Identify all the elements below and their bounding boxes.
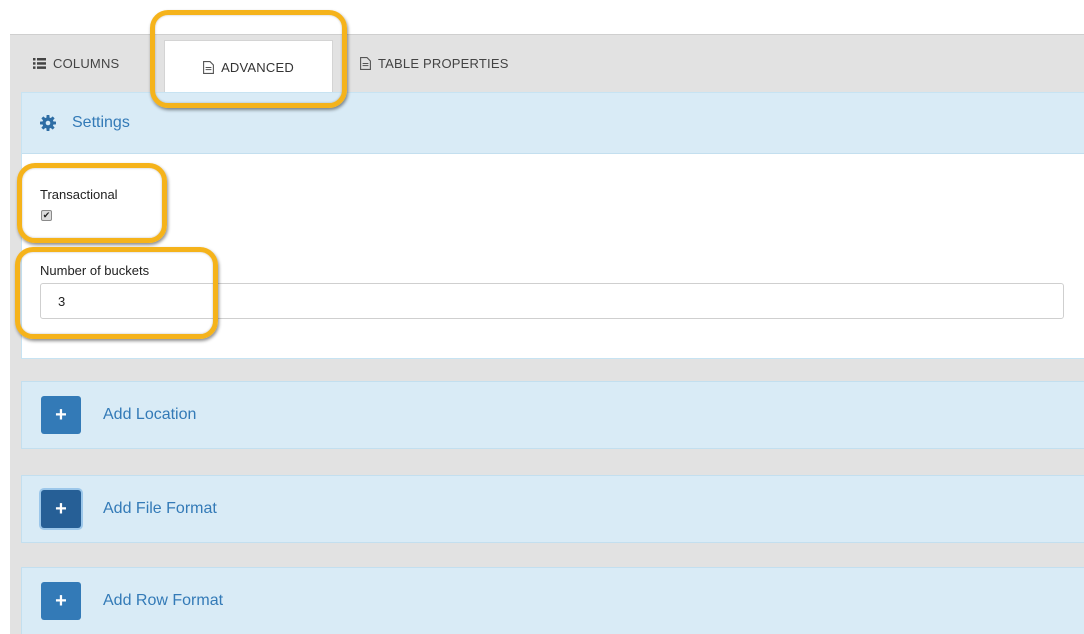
gear-icon — [40, 115, 56, 131]
settings-header[interactable]: Settings — [22, 93, 1084, 154]
tab-advanced[interactable]: ADVANCED — [164, 40, 333, 93]
add-location-button[interactable]: + — [41, 396, 81, 434]
add-file-format-label: Add File Format — [103, 500, 217, 517]
add-location-section[interactable]: + Add Location — [21, 381, 1084, 449]
add-row-format-button[interactable]: + — [41, 582, 81, 620]
add-row-format-section[interactable]: + Add Row Format — [21, 567, 1084, 634]
tab-table-properties-label: TABLE PROPERTIES — [378, 55, 509, 71]
settings-title: Settings — [72, 114, 130, 131]
tab-columns-label: COLUMNS — [53, 55, 120, 71]
add-location-label: Add Location — [103, 406, 197, 423]
tab-bar: COLUMNS ADVANCED TABLE PROPERTIES — [10, 34, 1084, 93]
canvas: COLUMNS ADVANCED TABLE PROPERTIES Settin… — [0, 0, 1084, 634]
list-icon — [33, 57, 46, 69]
document-icon — [360, 56, 371, 70]
tab-columns[interactable]: COLUMNS — [10, 34, 163, 92]
transactional-label: Transactional — [40, 187, 118, 202]
add-file-format-button[interactable]: + — [41, 490, 81, 528]
tab-table-properties[interactable]: TABLE PROPERTIES — [352, 34, 560, 92]
buckets-input[interactable] — [40, 283, 1064, 319]
add-row-format-label: Add Row Format — [103, 592, 224, 609]
document-icon — [203, 60, 215, 74]
buckets-label: Number of buckets — [40, 263, 150, 278]
tab-advanced-label: ADVANCED — [221, 59, 294, 75]
add-file-format-section[interactable]: + Add File Format — [21, 475, 1084, 543]
settings-panel: Settings Transactional ✔ Number of bucke… — [21, 92, 1084, 359]
transactional-checkbox[interactable]: ✔ — [41, 210, 52, 221]
